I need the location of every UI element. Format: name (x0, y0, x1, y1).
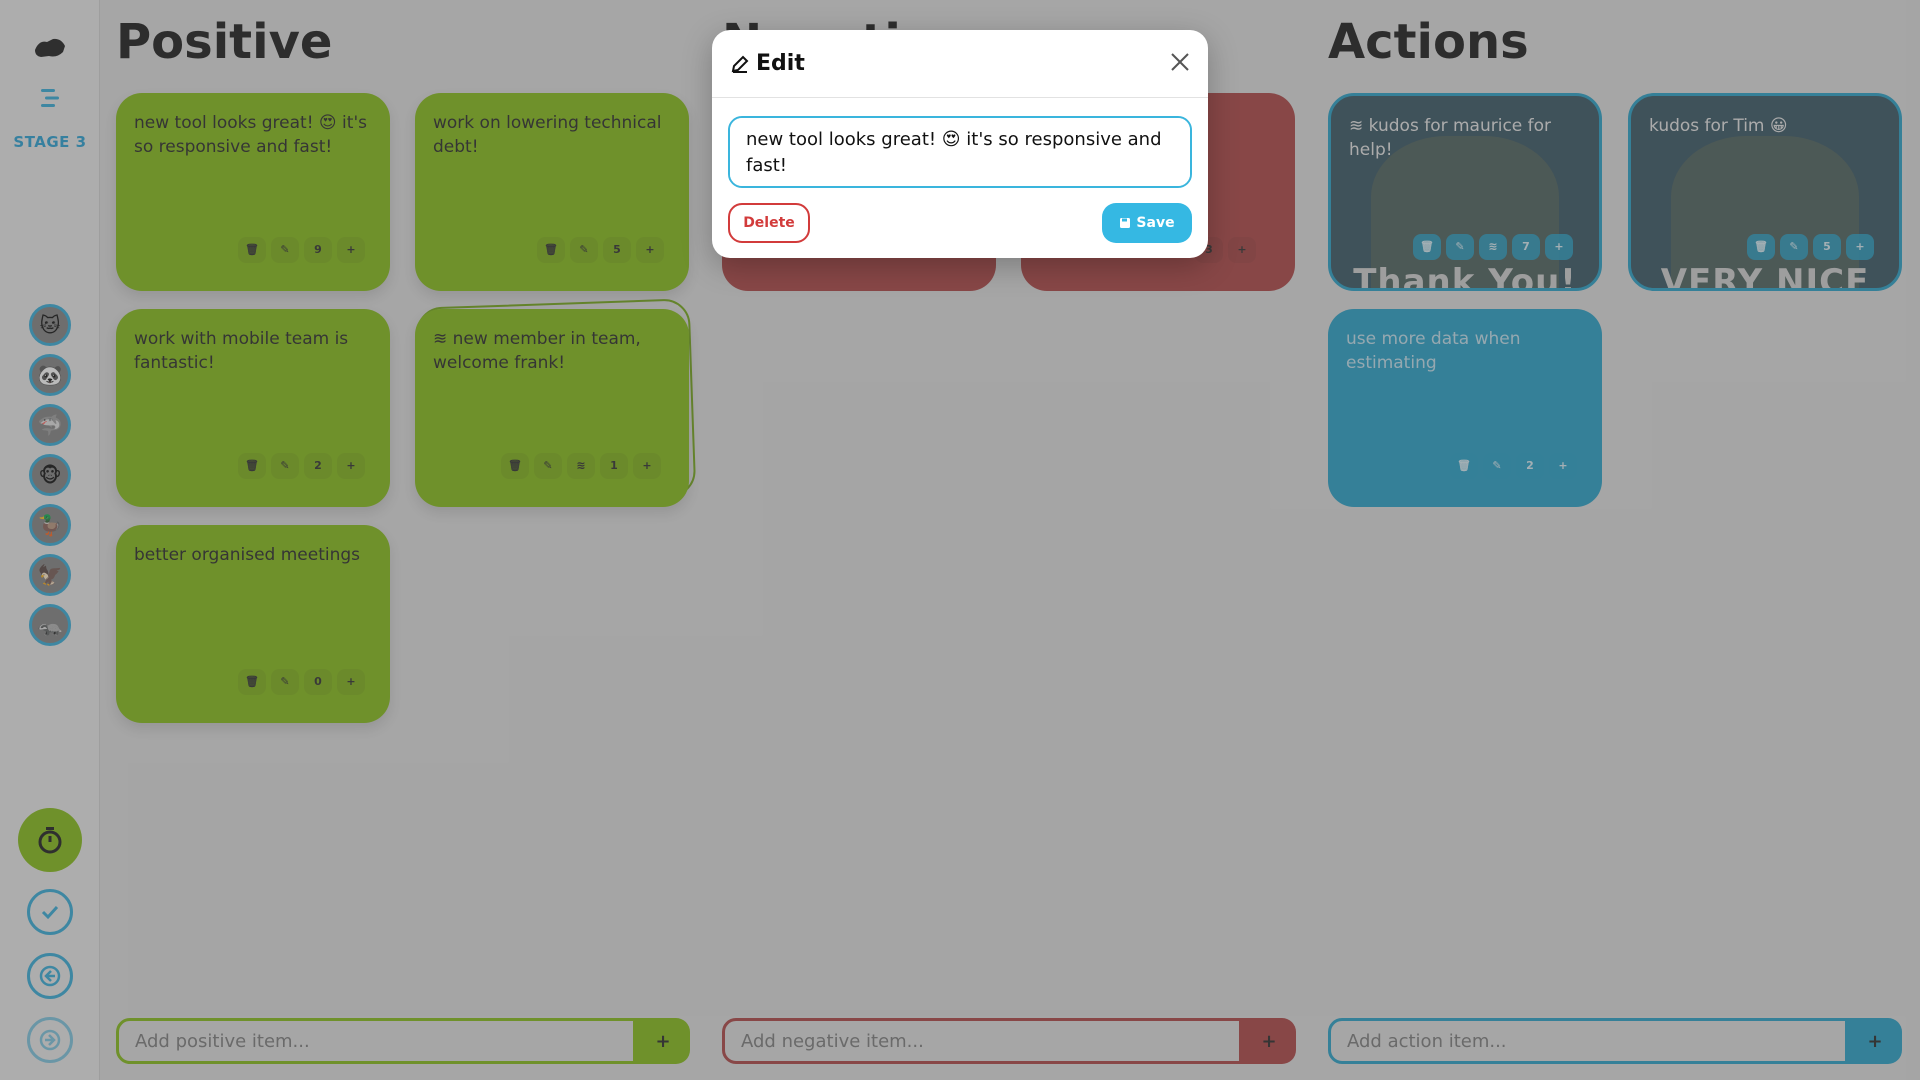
save-button[interactable]: Save (1102, 203, 1192, 243)
close-button[interactable] (1166, 48, 1194, 76)
edit-modal: Edit new tool looks great! 😍 it's so res… (712, 30, 1208, 258)
close-icon (1171, 53, 1189, 71)
delete-button[interactable]: Delete (728, 203, 810, 243)
pencil-icon (731, 55, 749, 73)
modal-title: Edit (756, 51, 805, 76)
modal-header: Edit (712, 30, 1208, 98)
edit-textarea[interactable]: new tool looks great! 😍 it's so responsi… (728, 116, 1192, 188)
save-label: Save (1136, 215, 1175, 231)
floppy-icon (1120, 218, 1131, 228)
